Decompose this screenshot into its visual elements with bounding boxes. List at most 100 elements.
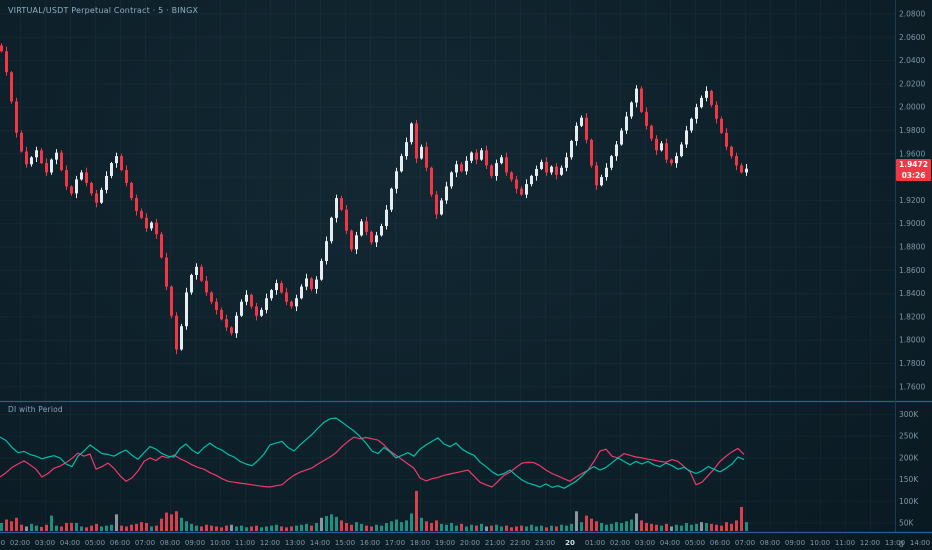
price-axis-label[interactable]: 2.0800 bbox=[899, 10, 925, 19]
price-axis-label[interactable]: 1.8400 bbox=[899, 289, 925, 298]
time-axis-label[interactable]: 13:00 bbox=[285, 539, 305, 547]
indicator-axis-label[interactable]: 100K bbox=[899, 497, 919, 506]
candle-body bbox=[610, 156, 613, 168]
volume-bar bbox=[360, 523, 363, 531]
price-axis-label[interactable]: 1.8800 bbox=[899, 243, 925, 252]
volume-bar bbox=[5, 519, 8, 531]
time-axis-label[interactable]: 08:00 bbox=[760, 539, 780, 547]
volume-bar bbox=[290, 526, 293, 531]
candle-body bbox=[115, 156, 118, 164]
time-axis-label[interactable]: 23:00 bbox=[535, 539, 555, 547]
time-axis-label[interactable]: 07:00 bbox=[735, 539, 755, 547]
volume-bar bbox=[495, 524, 498, 531]
price-axis-label[interactable]: 1.9600 bbox=[899, 149, 925, 158]
time-axis-label[interactable]: 10:00 bbox=[210, 539, 230, 547]
candle-body bbox=[270, 290, 273, 299]
volume-bar bbox=[675, 524, 678, 531]
candle-body bbox=[185, 292, 188, 327]
candle-body bbox=[345, 209, 348, 231]
time-axis-label[interactable]: 04:00 bbox=[60, 539, 80, 547]
price-axis-label[interactable]: 2.0400 bbox=[899, 56, 925, 65]
symbol-title: VIRTUAL/USDT Perpetual Contract · 5 · BI… bbox=[8, 6, 199, 15]
time-axis-label[interactable]: 19:00 bbox=[435, 539, 455, 547]
candle-body bbox=[330, 217, 333, 242]
time-axis-label[interactable]: 04:00 bbox=[660, 539, 680, 547]
indicator-axis-label[interactable]: 200K bbox=[899, 453, 919, 462]
time-axis-label[interactable]: 15:00 bbox=[335, 539, 355, 547]
time-axis-label[interactable]: 20:00 bbox=[460, 539, 480, 547]
volume-bar bbox=[185, 521, 188, 531]
price-axis-label[interactable]: 1.9800 bbox=[899, 126, 925, 135]
time-axis-label[interactable]: 16:00 bbox=[360, 539, 380, 547]
indicator-axis-label[interactable]: 150K bbox=[899, 475, 919, 484]
candle-body bbox=[625, 116, 628, 131]
date-label[interactable]: 20 bbox=[565, 539, 575, 547]
volume-bar bbox=[555, 526, 558, 531]
volume-bar bbox=[480, 523, 483, 531]
volume-bar bbox=[565, 525, 568, 531]
candle-body bbox=[65, 170, 68, 187]
candle-body bbox=[365, 221, 368, 232]
time-axis-label[interactable]: 06:00 bbox=[710, 539, 730, 547]
volume-bar bbox=[540, 525, 543, 531]
time-axis-label[interactable]: 14:00 bbox=[310, 539, 330, 547]
volume-bar bbox=[590, 518, 593, 531]
time-axis-label[interactable]: 21:00 bbox=[485, 539, 505, 547]
time-axis-label[interactable]: 14:00 bbox=[910, 539, 930, 547]
time-axis-label[interactable]: 10:00 bbox=[810, 539, 830, 547]
time-axis-label[interactable]: 03:00 bbox=[35, 539, 55, 547]
price-axis-label[interactable]: 1.8600 bbox=[899, 266, 925, 275]
volume-bar bbox=[445, 524, 448, 531]
volume-bar bbox=[315, 523, 318, 531]
price-axis-label[interactable]: 1.8000 bbox=[899, 336, 925, 345]
time-axis-label[interactable]: 09:00 bbox=[785, 539, 805, 547]
time-axis-label[interactable]: 12:00 bbox=[260, 539, 280, 547]
time-axis-label[interactable]: 18:00 bbox=[410, 539, 430, 547]
candle-body bbox=[205, 280, 208, 293]
price-axis-label[interactable]: 1.8200 bbox=[899, 312, 925, 321]
indicator-axis-label[interactable]: 300K bbox=[899, 410, 919, 419]
time-axis-label[interactable]: 06:00 bbox=[110, 539, 130, 547]
candle-body bbox=[190, 274, 193, 293]
candle-body bbox=[490, 165, 493, 176]
indicator-pane-label[interactable]: DI with Period bbox=[8, 405, 63, 414]
volume-bar bbox=[735, 520, 738, 531]
candle-body bbox=[540, 161, 543, 169]
time-axis-label[interactable]: 08:00 bbox=[160, 539, 180, 547]
indicator-axis-label[interactable]: 50K bbox=[899, 519, 915, 528]
time-axis-label[interactable]: 07:00 bbox=[135, 539, 155, 547]
candle-body bbox=[80, 172, 83, 180]
time-axis-label[interactable]: 11:00 bbox=[235, 539, 255, 547]
time-axis-label[interactable]: 05:00 bbox=[685, 539, 705, 547]
time-axis-label[interactable]: 12:00 bbox=[860, 539, 880, 547]
price-axis-label[interactable]: 1.9200 bbox=[899, 196, 925, 205]
price-axis-label[interactable]: 2.0600 bbox=[899, 33, 925, 42]
time-axis-label[interactable]: 05:00 bbox=[85, 539, 105, 547]
candle-body bbox=[530, 175, 533, 185]
candle-body bbox=[620, 130, 623, 145]
chart-canvas[interactable]: 2.0800 2.0600 2.0400 2.0200 2.0000 1.9800 1.96… bbox=[0, 0, 932, 550]
volume-bar bbox=[475, 525, 478, 531]
candle-body bbox=[395, 171, 398, 189]
time-axis-label[interactable]: 03:00 bbox=[635, 539, 655, 547]
time-axis-label[interactable]: 01:00 bbox=[0, 539, 5, 547]
candle-body bbox=[0, 45, 3, 52]
price-axis-label[interactable]: 1.7600 bbox=[899, 382, 925, 391]
indicator-axis-label[interactable]: 250K bbox=[899, 432, 919, 441]
candle-body bbox=[480, 150, 483, 160]
time-axis-label[interactable]: 01:00 bbox=[585, 539, 605, 547]
price-axis-label[interactable]: 2.0200 bbox=[899, 79, 925, 88]
time-axis-label[interactable]: 11:00 bbox=[835, 539, 855, 547]
volume-bar bbox=[160, 518, 163, 531]
time-axis-label[interactable]: 22:00 bbox=[510, 539, 530, 547]
time-axis-label[interactable]: 02:00 bbox=[10, 539, 30, 547]
time-axis-label[interactable]: 13:00 bbox=[885, 539, 905, 547]
time-axis-label[interactable]: 02:00 bbox=[610, 539, 630, 547]
price-axis-label[interactable]: 2.0000 bbox=[899, 103, 925, 112]
time-axis-label[interactable]: 09:00 bbox=[185, 539, 205, 547]
price-axis-label[interactable]: 1.7800 bbox=[899, 359, 925, 368]
price-axis-label[interactable]: 1.9000 bbox=[899, 219, 925, 228]
time-axis-label[interactable]: 17:00 bbox=[385, 539, 405, 547]
candle-body bbox=[425, 146, 428, 168]
volume-bar bbox=[425, 521, 428, 531]
